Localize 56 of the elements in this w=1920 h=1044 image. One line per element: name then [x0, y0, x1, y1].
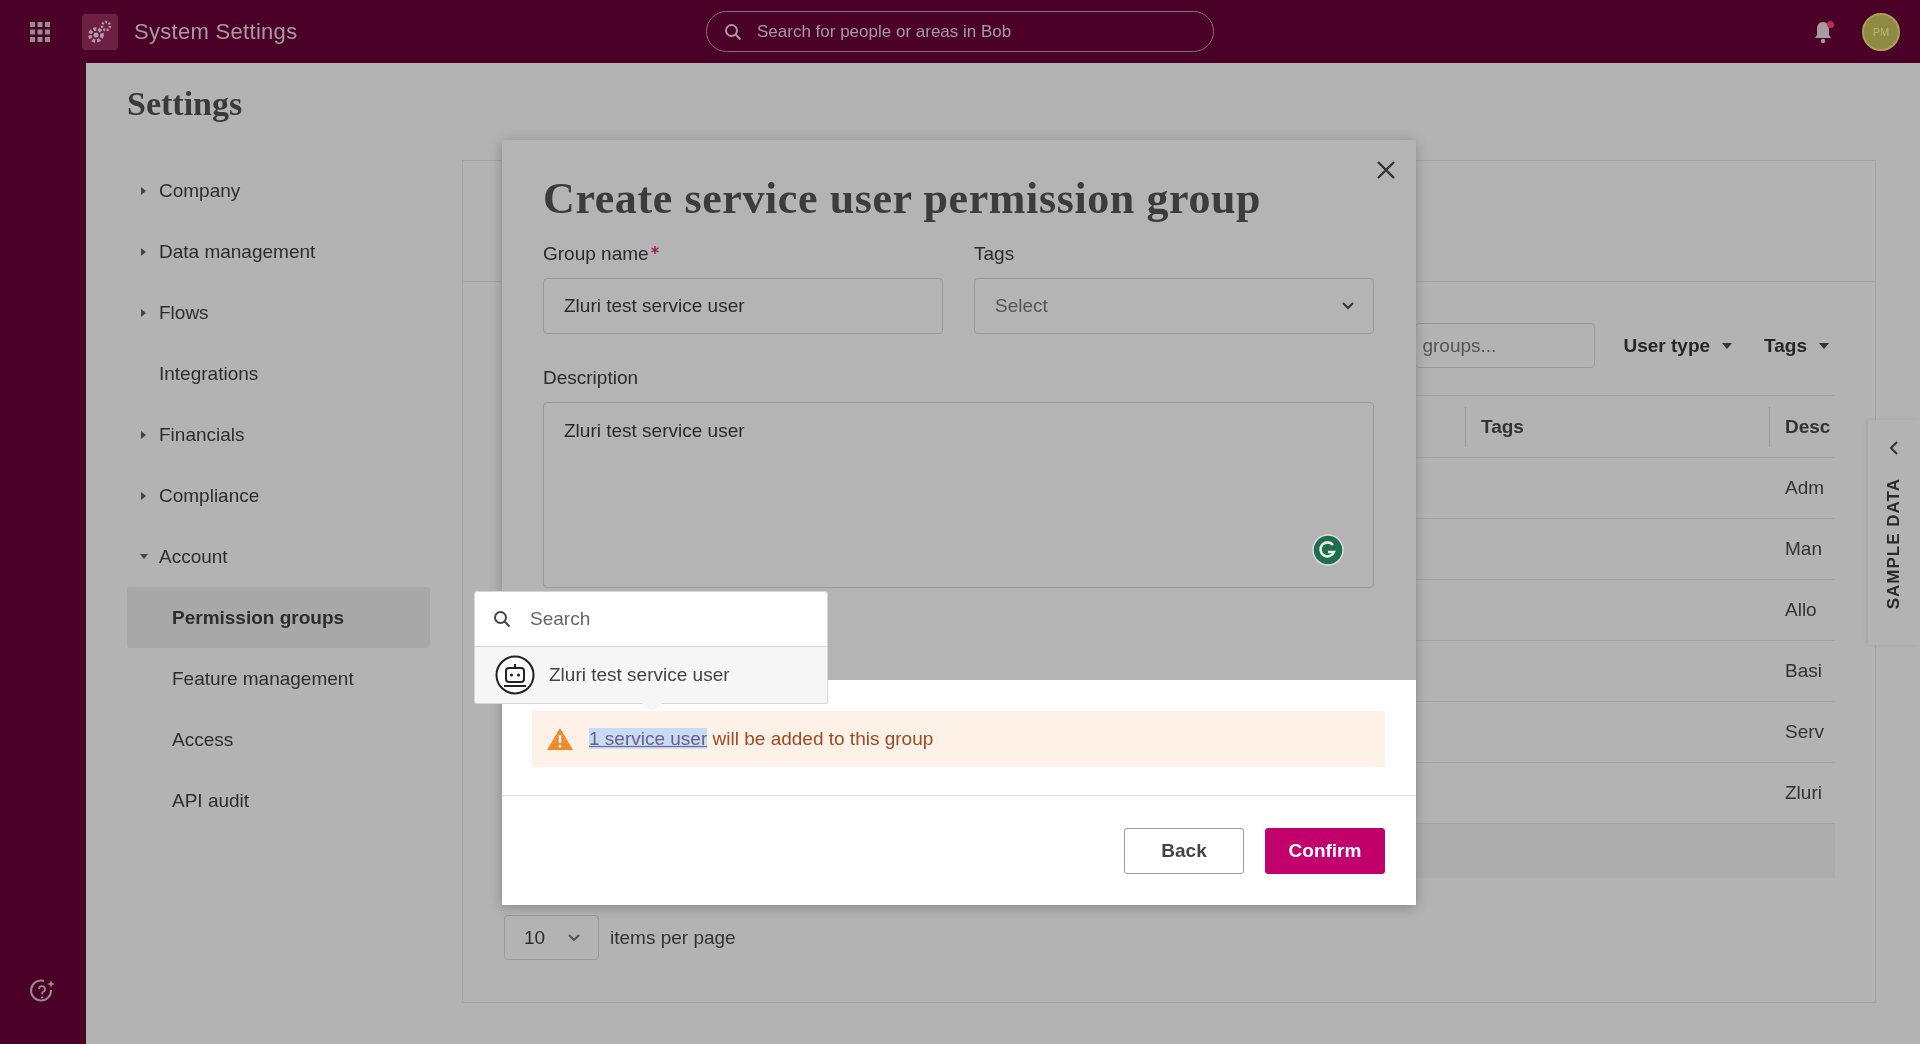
field-label: Group name [543, 243, 649, 266]
nav-item[interactable]: Integrations [127, 343, 430, 404]
column-header[interactable]: Tags [1465, 406, 1769, 447]
nav-item[interactable]: Compliance [127, 465, 430, 526]
chevron-left-icon [1889, 440, 1899, 456]
nav-item[interactable]: Financials [127, 404, 430, 465]
nav-item[interactable]: Flows [127, 282, 430, 343]
chevron-down-icon [1342, 302, 1354, 310]
link[interactable]: 1 service user [589, 728, 708, 749]
nav-item[interactable]: Permission groups [127, 587, 430, 648]
field-label: Description [543, 367, 640, 390]
robot-icon [495, 655, 535, 695]
field-label: Tags [974, 243, 1016, 266]
nav-item[interactable]: Feature management [127, 648, 430, 709]
group-name-input[interactable]: Zluri test service user [543, 278, 943, 334]
close-icon[interactable] [1376, 160, 1396, 180]
nav-item[interactable]: API audit [127, 770, 430, 831]
table-cell-text: Zluri [1784, 781, 1823, 805]
search-icon [724, 22, 742, 41]
option-search-field[interactable]: Search [474, 591, 828, 647]
filter-dropdown[interactable]: Tags [1764, 334, 1829, 357]
bell-icon[interactable] [1812, 19, 1834, 44]
table-cell-text: Serv [1784, 720, 1826, 744]
page-size-select[interactable]: 10 [504, 915, 599, 960]
modal-title: Create service user permission group [543, 173, 1263, 225]
description-textarea[interactable]: Zluri test service user [543, 402, 1374, 588]
popover-pointer [642, 703, 662, 713]
nav-item[interactable]: Data management [127, 221, 430, 282]
table-cell-text: Allo [1784, 598, 1818, 622]
table-cell-text: Basi [1784, 659, 1823, 683]
dropdown-option[interactable]: Zluri test service user [474, 647, 828, 704]
table-cell-text: Man [1784, 537, 1823, 561]
column-header[interactable]: Desc [1769, 406, 1835, 447]
confirm-button[interactable]: Confirm [1265, 828, 1385, 874]
tags-select[interactable]: Select [974, 278, 1374, 334]
sample-data-tab[interactable]: SAMPLE DATA [1868, 420, 1920, 645]
page-title: Settings [127, 84, 244, 124]
table-cell-text: Adm [1784, 476, 1826, 500]
pagination-label: items per page [610, 926, 736, 949]
warning-icon [546, 727, 574, 751]
filter-dropdown[interactable]: User type [1623, 334, 1733, 357]
nav-item[interactable]: Company [127, 160, 430, 221]
notice-text: 1 service user will be added to this group [589, 728, 934, 750]
back-button[interactable]: Back [1124, 828, 1244, 874]
app-title: System Settings [134, 18, 298, 45]
caret-down-icon [1722, 342, 1733, 349]
chevron-down-icon [568, 933, 580, 942]
nav-item[interactable]: Access [127, 709, 430, 770]
grammar-assistant-icon[interactable] [1312, 534, 1344, 566]
gears-icon [82, 13, 118, 50]
global-search-field[interactable]: Search for people or areas in Bob [706, 11, 1214, 52]
caret-down-icon [1819, 342, 1829, 349]
group-filter-field[interactable]: groups... [1415, 323, 1596, 368]
nav-item[interactable]: Account [127, 526, 430, 587]
search-icon [493, 610, 511, 628]
apps-grid-icon[interactable] [30, 21, 50, 42]
